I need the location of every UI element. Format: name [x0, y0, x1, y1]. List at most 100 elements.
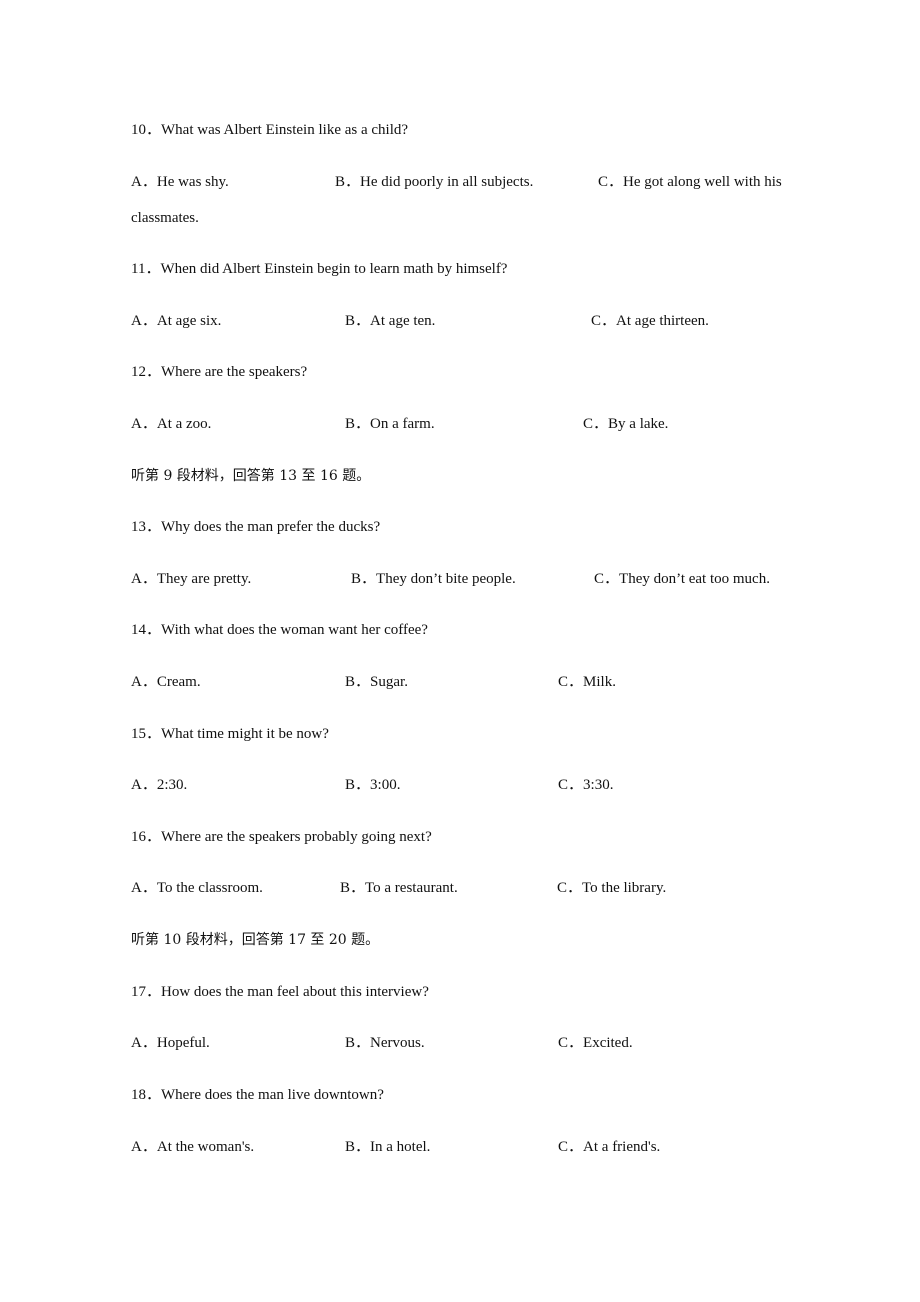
separator: ．	[361, 571, 377, 587]
option-c: C．They don’t eat too much.	[594, 569, 770, 589]
option-letter: A	[131, 313, 142, 329]
separator: ．	[146, 519, 162, 535]
question-number: 14	[131, 622, 146, 638]
option-a: A．He was shy.	[131, 172, 229, 192]
separator: ．	[568, 674, 584, 690]
question-text: Why does the man prefer the ducks?	[161, 519, 381, 535]
option-b: B．In a hotel.	[345, 1137, 430, 1157]
separator: ．	[146, 122, 162, 138]
option-text: They are pretty.	[156, 571, 252, 587]
option-a: A．They are pretty.	[131, 569, 251, 589]
section-instruction: 听第 10 段材料，回答第 17 至 20 题。	[131, 932, 380, 948]
separator: ．	[145, 261, 161, 277]
separator: ．	[146, 726, 162, 742]
question-text: How does the man feel about this intervi…	[161, 984, 429, 1000]
option-c: C．3:30.	[558, 775, 613, 795]
option-a: A．At age six.	[131, 311, 221, 331]
option-letter: C	[558, 1035, 569, 1051]
option-a: A．At the woman's.	[131, 1137, 254, 1157]
option-text: Nervous.	[370, 1035, 425, 1051]
option-text: They don’t bite people.	[376, 571, 516, 587]
option-text: At age thirteen.	[616, 313, 709, 329]
option-letter: C	[591, 313, 602, 329]
option-letter: B	[340, 880, 351, 896]
question-number: 17	[131, 984, 146, 1000]
option-letter: B	[345, 1035, 356, 1051]
option-letter: C	[558, 1139, 569, 1155]
option-c: C．He got along well with his	[598, 172, 782, 192]
option-letter: B	[345, 777, 356, 793]
option-c: C．By a lake.	[583, 414, 668, 434]
question-number: 13	[131, 519, 146, 535]
question-12: 12．Where are the speakers?	[131, 362, 307, 382]
question-11: 11．When did Albert Einstein begin to lea…	[131, 259, 507, 279]
option-letter: A	[131, 1035, 142, 1051]
option-letter: A	[131, 674, 142, 690]
separator: ．	[141, 880, 157, 896]
separator: ．	[355, 313, 371, 329]
option-c: C．At a friend's.	[558, 1137, 660, 1157]
separator: ．	[568, 1139, 584, 1155]
question-text: What time might it be now?	[161, 726, 329, 742]
question-14: 14．With what does the woman want her cof…	[131, 620, 428, 640]
option-letter: B	[335, 174, 346, 190]
option-text: To the library.	[582, 880, 667, 896]
option-text: Excited.	[583, 1035, 633, 1051]
option-b: B．They don’t bite people.	[351, 569, 516, 589]
option-text: In a hotel.	[370, 1139, 431, 1155]
option-text: To a restaurant.	[365, 880, 458, 896]
option-letter: C	[594, 571, 605, 587]
option-letter: A	[131, 1139, 142, 1155]
question-number: 18	[131, 1087, 146, 1103]
option-b: B．At age ten.	[345, 311, 435, 331]
option-c: C．Milk.	[558, 672, 616, 692]
separator: ．	[141, 416, 157, 432]
question-13: 13．Why does the man prefer the ducks?	[131, 517, 380, 537]
separator: ．	[141, 777, 157, 793]
option-text: Milk.	[583, 674, 616, 690]
separator: ．	[345, 174, 361, 190]
option-letter: B	[351, 571, 362, 587]
document-page: 10 ． What was Albert Einstein like as a ch…	[0, 0, 920, 1302]
question-number: 10	[131, 122, 146, 138]
question-text: Where are the speakers?	[161, 364, 308, 380]
option-letter: C	[598, 174, 609, 190]
separator: ．	[608, 174, 624, 190]
separator: ．	[567, 880, 583, 896]
question-10: 10．What was Albert Einstein like as a ch…	[131, 120, 408, 140]
option-letter: B	[345, 416, 356, 432]
question-15: 15．What time might it be now?	[131, 724, 329, 744]
question-text: Where are the speakers probably going ne…	[161, 829, 432, 845]
option-text: At age ten.	[370, 313, 436, 329]
option-letter: A	[131, 571, 142, 587]
option-text: He was shy.	[156, 174, 229, 190]
separator: ．	[146, 829, 162, 845]
option-letter: A	[131, 880, 142, 896]
section-instruction: 听第 9 段材料，回答第 13 至 16 题。	[131, 468, 371, 484]
separator: ．	[141, 571, 157, 587]
question-text: When did Albert Einstein begin to learn …	[160, 261, 508, 277]
option-letter: B	[345, 1139, 356, 1155]
option-letter: C	[558, 674, 569, 690]
separator: ．	[355, 1035, 371, 1051]
separator: ．	[355, 674, 371, 690]
separator: ．	[141, 174, 157, 190]
separator: ．	[146, 364, 162, 380]
option-b: B．He did poorly in all subjects.	[335, 172, 533, 192]
option-b: B．To a restaurant.	[340, 878, 458, 898]
option-b: B．Sugar.	[345, 672, 408, 692]
question-number: 11	[131, 261, 146, 277]
question-17: 17．How does the man feel about this inte…	[131, 982, 429, 1002]
option-text: To the classroom.	[156, 880, 263, 896]
option-text: They don’t eat too much.	[619, 571, 770, 587]
option-text: At the woman's.	[156, 1139, 255, 1155]
option-letter: A	[131, 174, 142, 190]
question-text: What was Albert Einstein like as a child…	[161, 122, 409, 138]
option-text: Sugar.	[370, 674, 408, 690]
separator: ．	[141, 1139, 157, 1155]
separator: ．	[350, 880, 366, 896]
option-text: Cream.	[156, 674, 201, 690]
separator: ．	[141, 674, 157, 690]
option-text: At age six.	[156, 313, 222, 329]
option-letter: A	[131, 416, 142, 432]
